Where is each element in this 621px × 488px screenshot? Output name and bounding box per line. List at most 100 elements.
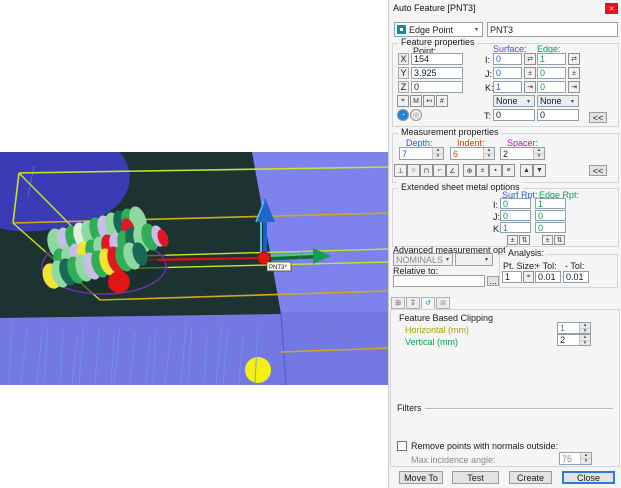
- sm-surf-j-field[interactable]: 0: [500, 210, 531, 221]
- x-axis-chip: X: [398, 53, 409, 65]
- plus-tol-field[interactable]: 0.01: [535, 271, 561, 283]
- viewport-3d[interactable]: PNT3*: [0, 152, 389, 385]
- surface-i-field[interactable]: 0: [493, 53, 522, 65]
- probe-size-icon[interactable]: ⌖: [523, 271, 534, 283]
- edge-swap-pm-button[interactable]: ±: [542, 235, 553, 245]
- plus-tol-label: + Tol:: [535, 261, 557, 271]
- approach-mode-1-button[interactable]: ⊥: [394, 164, 407, 177]
- nominals-dropdown[interactable]: NOMINALS ▾: [393, 253, 453, 266]
- depth-value: 7: [400, 148, 432, 159]
- edge-j-field[interactable]: 0: [537, 67, 566, 79]
- approach-mode-5-button[interactable]: ∠: [446, 164, 459, 177]
- z-coordinate-field[interactable]: 0: [411, 81, 463, 93]
- max-incidence-spinner[interactable]: 75 ▲▼: [559, 452, 592, 465]
- y-coordinate-field[interactable]: 3.925: [411, 67, 463, 79]
- tab-scan-options[interactable]: ↧: [406, 297, 420, 309]
- close-icon[interactable]: ✕: [605, 3, 618, 14]
- depth-spinner[interactable]: 7 ▲▼: [399, 147, 444, 160]
- spinner-down-button[interactable]: ▼: [580, 329, 590, 334]
- surface-k-field[interactable]: 1: [493, 81, 522, 93]
- pt-size-field[interactable]: 1: [502, 271, 522, 283]
- horizontal-value: 1: [558, 323, 579, 333]
- spinner-down-button[interactable]: ▼: [581, 459, 591, 464]
- approach-mode-2-button[interactable]: ○: [407, 164, 420, 177]
- sm-surf-k-field[interactable]: 1: [500, 222, 531, 233]
- filter-option-1-button[interactable]: ▲: [520, 164, 533, 177]
- feature-type-dropdown[interactable]: Edge Point ▾: [394, 22, 483, 37]
- spinner-down-button[interactable]: ▼: [433, 154, 443, 159]
- yellow-dot: [245, 357, 271, 383]
- j-row-label: J:: [485, 69, 492, 79]
- move-to-button[interactable]: Move To: [399, 471, 443, 484]
- close-button[interactable]: Close: [562, 471, 615, 484]
- sm-edge-k-field[interactable]: 0: [535, 222, 566, 233]
- flip-edge-k-button[interactable]: ⇥: [568, 81, 580, 93]
- filters-label: Filters: [397, 403, 422, 413]
- probe-option-3-button[interactable]: ▪: [489, 164, 502, 177]
- offset-button[interactable]: ↤: [423, 95, 435, 107]
- edge-snap-dropdown[interactable]: None ▾: [537, 95, 579, 107]
- remove-normals-checkbox[interactable]: [397, 441, 407, 451]
- target-toggle-button[interactable]: ◎: [410, 109, 422, 121]
- horizontal-spinner[interactable]: 1 ▲▼: [557, 322, 591, 334]
- sm-edge-i-field[interactable]: 1: [535, 198, 566, 209]
- surface-j-field[interactable]: 0: [493, 67, 522, 79]
- z-axis-chip: Z: [398, 81, 409, 93]
- sm-i-label: I:: [493, 200, 498, 210]
- create-button[interactable]: Create: [509, 471, 552, 484]
- flip-edge-i-button[interactable]: ⇄: [568, 53, 580, 65]
- approach-mode-4-button[interactable]: ⌐: [433, 164, 446, 177]
- feature-type-value: Edge Point: [409, 25, 453, 35]
- flip-surface-i-button[interactable]: ⇄: [524, 53, 536, 65]
- chevron-down-icon: ▾: [443, 256, 452, 263]
- x-coordinate-field[interactable]: 154: [411, 53, 463, 65]
- minus-tol-field[interactable]: 0.01: [563, 271, 589, 283]
- pick-point-button[interactable]: ⌖: [397, 95, 409, 107]
- scan-red-disk: [108, 271, 130, 293]
- collapse-feature-props-button[interactable]: <<: [589, 112, 607, 123]
- vertical-spinner[interactable]: 2 ▲▼: [557, 334, 591, 346]
- spacer-spinner[interactable]: 2 ▲▼: [500, 147, 545, 160]
- flip-edge-j-button[interactable]: ±: [568, 67, 580, 79]
- tab-clipping[interactable]: ↺: [421, 297, 435, 309]
- collapse-measurement-button[interactable]: <<: [589, 165, 607, 176]
- minus-tol-label: - Tol:: [565, 261, 584, 271]
- relative-to-field[interactable]: [393, 275, 485, 287]
- find-nominal-button[interactable]: M: [410, 95, 422, 107]
- sm-edge-j-field[interactable]: 0: [535, 210, 566, 221]
- indent-spinner[interactable]: 6 ▲▼: [450, 147, 495, 160]
- edge-swap-ud-button[interactable]: ⇅: [554, 235, 565, 245]
- filter-option-2-button[interactable]: ▼: [533, 164, 546, 177]
- surf-swap-ud-button[interactable]: ⇅: [519, 235, 530, 245]
- measure-now-button[interactable]: ◔: [397, 109, 409, 121]
- flip-surface-k-button[interactable]: ⇥: [524, 81, 536, 93]
- slab-front-face: [0, 312, 389, 385]
- approach-mode-3-button[interactable]: ⊓: [420, 164, 433, 177]
- probe-option-1-button[interactable]: ⊕: [463, 164, 476, 177]
- chevron-down-icon: ▾: [523, 98, 534, 105]
- feature-name-value: PNT3: [490, 25, 513, 35]
- sm-surf-i-field[interactable]: 0: [500, 198, 531, 209]
- tab-path-options[interactable]: ⊞: [391, 297, 405, 309]
- nominals-mode-dropdown[interactable]: ▾: [455, 253, 493, 266]
- surface-snap-dropdown[interactable]: None ▾: [493, 95, 535, 107]
- chevron-down-icon: ▾: [481, 256, 492, 263]
- feature-name-input[interactable]: PNT3: [487, 22, 618, 37]
- probe-option-4-button[interactable]: ≡: [502, 164, 515, 177]
- surf-swap-pm-button[interactable]: ±: [507, 235, 518, 245]
- browse-button[interactable]: ...: [487, 276, 499, 286]
- edge-i-field[interactable]: 1: [537, 53, 566, 65]
- spinner-down-button[interactable]: ▼: [580, 341, 590, 346]
- tab-extra[interactable]: ⊠: [436, 297, 450, 309]
- probe-option-2-button[interactable]: ±: [476, 164, 489, 177]
- test-button[interactable]: Test: [452, 471, 499, 484]
- chevron-down-icon: ▾: [567, 98, 578, 105]
- t-edge-field[interactable]: 0: [537, 109, 579, 121]
- grid-snap-button[interactable]: #: [436, 95, 448, 107]
- spinner-down-button[interactable]: ▼: [534, 154, 544, 159]
- nominals-value: NOMINALS: [396, 255, 443, 265]
- edge-k-field[interactable]: 0: [537, 81, 566, 93]
- spinner-down-button[interactable]: ▼: [484, 154, 494, 159]
- flip-surface-j-button[interactable]: ±: [524, 67, 536, 79]
- t-surface-field[interactable]: 0: [493, 109, 535, 121]
